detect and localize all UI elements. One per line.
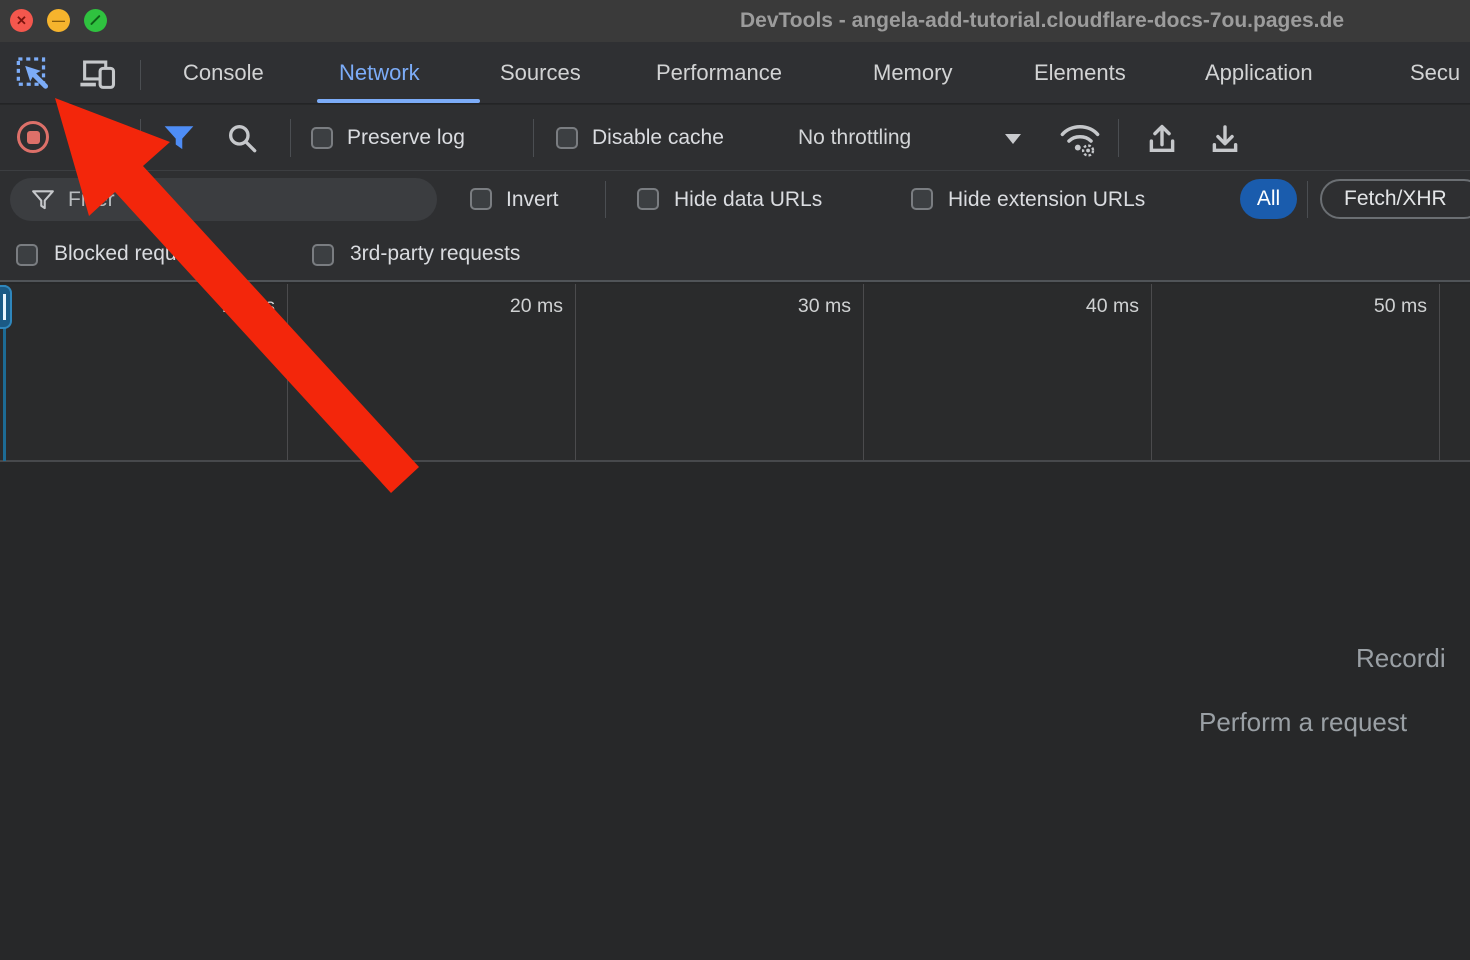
minimize-window-button[interactable]: — bbox=[47, 9, 70, 32]
tab-sources[interactable]: Sources bbox=[500, 42, 581, 104]
third-party-requests-checkbox[interactable] bbox=[312, 244, 334, 266]
filter-type-all-button[interactable]: All bbox=[1240, 179, 1297, 219]
upload-icon bbox=[1144, 122, 1180, 156]
hide-extension-urls-checkbox[interactable] bbox=[911, 188, 933, 210]
requests-panel-empty: Recordi Perform a request bbox=[0, 464, 1470, 960]
throttling-select[interactable]: No throttling bbox=[798, 105, 911, 171]
clear-network-log-button[interactable] bbox=[76, 124, 104, 152]
network-filter-bar: Invert Hide data URLs Hide extension URL… bbox=[0, 171, 1470, 228]
timeline-column: 10 ms bbox=[0, 284, 288, 460]
perform-request-hint-text: Perform a request bbox=[1199, 707, 1407, 738]
recording-status-text: Recordi bbox=[1356, 643, 1446, 674]
network-options-bar: Blocked requests 3rd-party requests bbox=[0, 228, 1470, 282]
zoom-slash-icon bbox=[90, 15, 101, 26]
clear-icon bbox=[82, 130, 97, 145]
timeline-tick-label: 10 ms bbox=[222, 295, 275, 318]
record-network-log-button[interactable] bbox=[17, 121, 49, 153]
filter-funnel-icon bbox=[32, 190, 54, 210]
timeline-column: 50 ms bbox=[1152, 284, 1440, 460]
network-conditions-button[interactable] bbox=[1056, 119, 1104, 159]
download-icon bbox=[1207, 122, 1243, 156]
filter-type-fetch-xhr-button[interactable]: Fetch/XHR bbox=[1320, 179, 1470, 219]
active-tab-underline bbox=[317, 99, 480, 103]
filter-field[interactable] bbox=[10, 178, 437, 221]
tab-network[interactable]: Network bbox=[339, 42, 420, 104]
toggle-device-toolbar-button[interactable] bbox=[78, 56, 118, 92]
toolbar-separator bbox=[533, 119, 534, 157]
handle-grip bbox=[3, 294, 6, 320]
disable-cache-label[interactable]: Disable cache bbox=[592, 105, 724, 171]
filter-input[interactable] bbox=[68, 188, 421, 212]
inspect-cursor-icon bbox=[16, 57, 52, 91]
invert-checkbox[interactable] bbox=[470, 188, 492, 210]
blocked-requests-label[interactable]: Blocked requests bbox=[54, 228, 215, 280]
tab-elements[interactable]: Elements bbox=[1034, 42, 1126, 104]
filter-separator bbox=[1307, 181, 1308, 218]
tab-memory[interactable]: Memory bbox=[873, 42, 952, 104]
search-icon bbox=[226, 122, 258, 154]
zoom-window-button[interactable] bbox=[84, 9, 107, 32]
stop-record-icon bbox=[27, 131, 40, 144]
tabbar-separator bbox=[140, 60, 141, 90]
tab-performance[interactable]: Performance bbox=[656, 42, 782, 104]
toolbar-separator bbox=[290, 119, 291, 157]
close-window-button[interactable]: ✕ bbox=[10, 9, 33, 32]
export-har-button[interactable] bbox=[1205, 120, 1245, 158]
funnel-icon bbox=[164, 125, 194, 151]
device-toolbar-icon bbox=[79, 57, 117, 91]
tab-application[interactable]: Application bbox=[1205, 42, 1313, 104]
hide-data-urls-label[interactable]: Hide data URLs bbox=[674, 171, 822, 228]
timeline-column: 40 ms bbox=[864, 284, 1152, 460]
timeline-tick-label: 50 ms bbox=[1374, 295, 1427, 318]
hide-data-urls-checkbox[interactable] bbox=[637, 188, 659, 210]
inspect-element-button[interactable] bbox=[15, 56, 53, 92]
import-har-button[interactable] bbox=[1142, 120, 1182, 158]
timeline-column: 20 ms bbox=[288, 284, 576, 460]
network-toolbar: Preserve log Disable cache No throttling bbox=[0, 105, 1470, 171]
blocked-requests-checkbox[interactable] bbox=[16, 244, 38, 266]
toolbar-separator bbox=[140, 119, 141, 157]
timeline-column: 30 ms bbox=[576, 284, 864, 460]
preserve-log-label[interactable]: Preserve log bbox=[347, 105, 465, 171]
chevron-down-icon[interactable] bbox=[1005, 134, 1021, 144]
devtools-window: ✕ — DevTools - angela-add-tutorial.cloud… bbox=[0, 0, 1470, 960]
titlebar: ✕ — DevTools - angela-add-tutorial.cloud… bbox=[0, 0, 1470, 42]
devtools-tabbar: Console Network Sources Performance Memo… bbox=[0, 42, 1470, 104]
search-button[interactable] bbox=[224, 120, 260, 156]
preserve-log-checkbox[interactable] bbox=[311, 127, 333, 149]
toolbar-separator bbox=[1118, 119, 1119, 157]
tab-console[interactable]: Console bbox=[183, 42, 264, 104]
invert-label[interactable]: Invert bbox=[506, 171, 559, 228]
disable-cache-checkbox[interactable] bbox=[556, 127, 578, 149]
wifi-gear-icon bbox=[1058, 121, 1102, 158]
tab-security[interactable]: Secu bbox=[1410, 42, 1460, 104]
hide-extension-urls-label[interactable]: Hide extension URLs bbox=[948, 171, 1145, 228]
filter-separator bbox=[605, 181, 606, 218]
timeline-tick-label: 30 ms bbox=[798, 295, 851, 318]
timeline-tick-label: 40 ms bbox=[1086, 295, 1139, 318]
filter-toggle-button[interactable] bbox=[162, 122, 196, 154]
window-title: DevTools - angela-add-tutorial.cloudflar… bbox=[740, 0, 1344, 42]
overview-drag-handle[interactable] bbox=[0, 285, 12, 329]
third-party-requests-label[interactable]: 3rd-party requests bbox=[350, 228, 520, 280]
timeline-tick-label: 20 ms bbox=[510, 295, 563, 318]
network-overview-timeline[interactable]: 10 ms 20 ms 30 ms 40 ms 50 ms bbox=[0, 284, 1470, 462]
